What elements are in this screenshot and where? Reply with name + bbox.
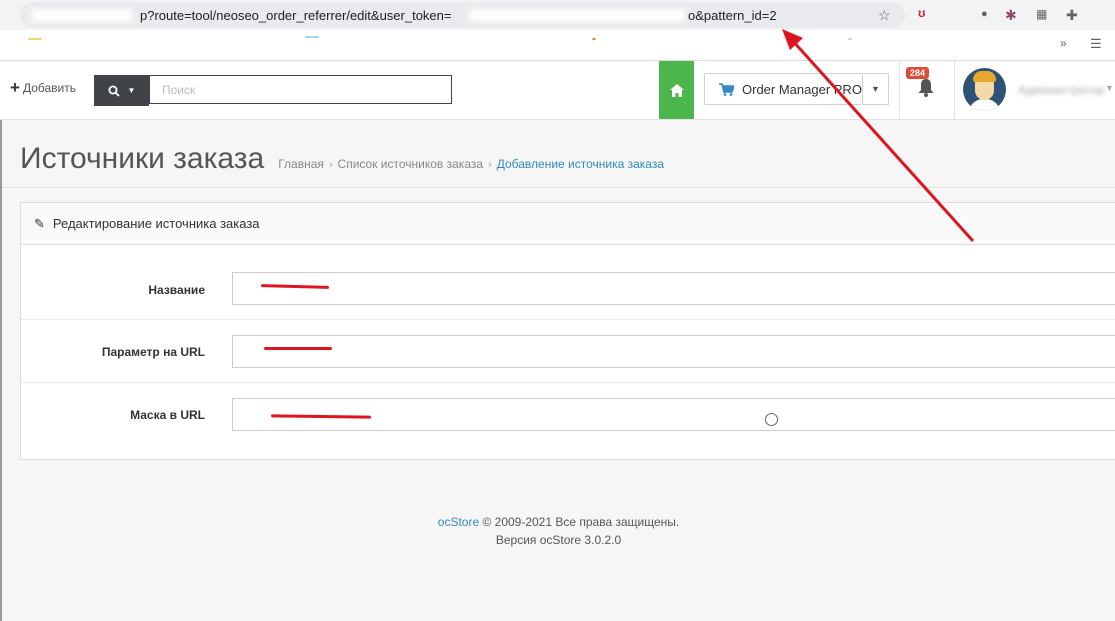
caret-down-icon[interactable]: ▼ xyxy=(1105,83,1114,93)
avatar[interactable] xyxy=(963,68,1006,111)
main-content: Источники заказа Главная › Список источн… xyxy=(0,120,1115,621)
footer-version: Версия ocStore 3.0.2.0 xyxy=(495,533,622,547)
name-input[interactable] xyxy=(232,272,1115,305)
order-manager-button[interactable]: Order Manager PRO xyxy=(704,73,863,105)
home-icon xyxy=(669,83,684,97)
breadcrumb-separator: › xyxy=(488,159,492,171)
search-input[interactable]: Поиск xyxy=(149,75,452,104)
annotation-redline xyxy=(264,347,332,350)
bookmarks-bar: » ☰ xyxy=(0,30,1115,61)
divider xyxy=(2,187,1115,188)
page-title: Источники заказа xyxy=(20,142,265,175)
user-name[interactable]: Администратор xyxy=(1018,83,1105,97)
mouse-cursor-icon xyxy=(765,413,778,426)
admin-header: + Добавить ▼ Поиск Order Manager PRO ▼ 2… xyxy=(0,61,1115,120)
search-button[interactable]: ▼ xyxy=(94,75,149,106)
bell-icon xyxy=(918,79,934,97)
redacted-token xyxy=(470,9,685,22)
form-row-name: Название xyxy=(21,245,1115,320)
address-bar[interactable]: p?route=tool/neoseo_order_referrer/edit&… xyxy=(20,2,905,28)
notifications-button[interactable]: 284 xyxy=(899,61,955,119)
breadcrumb-separator: › xyxy=(328,159,333,171)
form-row-url-mask: Маска в URL xyxy=(21,383,1115,460)
page-header: Источники заказа Главная › Список источн… xyxy=(20,142,664,176)
url-text-pattern: o&pattern_id=2 xyxy=(688,8,777,23)
add-button-label: Добавить xyxy=(22,81,76,95)
star-icon[interactable]: ☆ xyxy=(878,7,891,24)
url-text-part: p?route=tool/neoseo_order_referrer/edit&… xyxy=(140,8,452,23)
bookmark-item[interactable] xyxy=(28,38,42,40)
extension-bug-icon[interactable]: ✱ xyxy=(1005,7,1017,24)
shopping-cart-icon xyxy=(719,82,734,96)
bookmark-item[interactable] xyxy=(305,36,319,38)
form-row-url-param: Параметр на URL xyxy=(21,320,1115,383)
extensions-puzzle-icon[interactable]: ✚ xyxy=(1066,7,1078,24)
breadcrumb-current[interactable]: Добавление источника заказа xyxy=(497,157,664,171)
order-manager-label: Order Manager PRO xyxy=(742,81,862,97)
footer-brand-link[interactable]: ocStore xyxy=(438,515,479,529)
breadcrumb-list[interactable]: Список источников заказа xyxy=(338,157,484,171)
extension-lock-icon[interactable]: ● xyxy=(981,8,988,20)
panel-heading: ✎ Редактирование источника заказа xyxy=(21,203,1115,245)
caret-down-icon: ▼ xyxy=(871,84,880,94)
footer-copyright-line: ocStore © 2009-2021 Все права защищены. xyxy=(2,513,1115,531)
reading-list-icon[interactable]: ☰ xyxy=(1090,36,1102,52)
add-button[interactable]: + Добавить xyxy=(10,78,76,97)
edit-panel: ✎ Редактирование источника заказа Назван… xyxy=(20,202,1115,460)
name-label: Название xyxy=(148,283,205,297)
bookmark-item[interactable] xyxy=(592,38,596,40)
url-param-label: Параметр на URL xyxy=(101,345,205,359)
caret-down-icon: ▼ xyxy=(127,86,136,95)
footer-copyright: © 2009-2021 Все права защищены. xyxy=(482,515,680,529)
order-manager-dropdown[interactable]: ▼ xyxy=(863,73,889,105)
search-icon xyxy=(108,85,120,97)
browser-toolbar: p?route=tool/neoseo_order_referrer/edit&… xyxy=(0,0,1115,30)
url-param-input[interactable] xyxy=(232,335,1115,368)
panel-title: Редактирование источника заказа xyxy=(52,216,260,231)
footer: ocStore © 2009-2021 Все права защищены. … xyxy=(2,513,1115,549)
pencil-icon: ✎ xyxy=(34,215,45,231)
redacted-url-segment xyxy=(32,9,132,22)
home-button[interactable] xyxy=(659,61,694,119)
url-mask-label: Маска в URL xyxy=(130,408,205,422)
extension-shield-icon[interactable]: ʊ xyxy=(918,6,925,20)
bookmark-item[interactable] xyxy=(848,38,852,40)
plus-icon: + xyxy=(10,78,20,97)
breadcrumb: Главная › Список источников заказа › Доб… xyxy=(278,157,664,171)
breadcrumb-home[interactable]: Главная xyxy=(278,157,324,171)
extension-grid-icon[interactable]: ▦ xyxy=(1036,7,1047,21)
notification-badge: 284 xyxy=(906,67,930,79)
url-mask-input[interactable] xyxy=(232,398,1115,431)
bookmarks-overflow-icon[interactable]: » xyxy=(1060,36,1067,50)
